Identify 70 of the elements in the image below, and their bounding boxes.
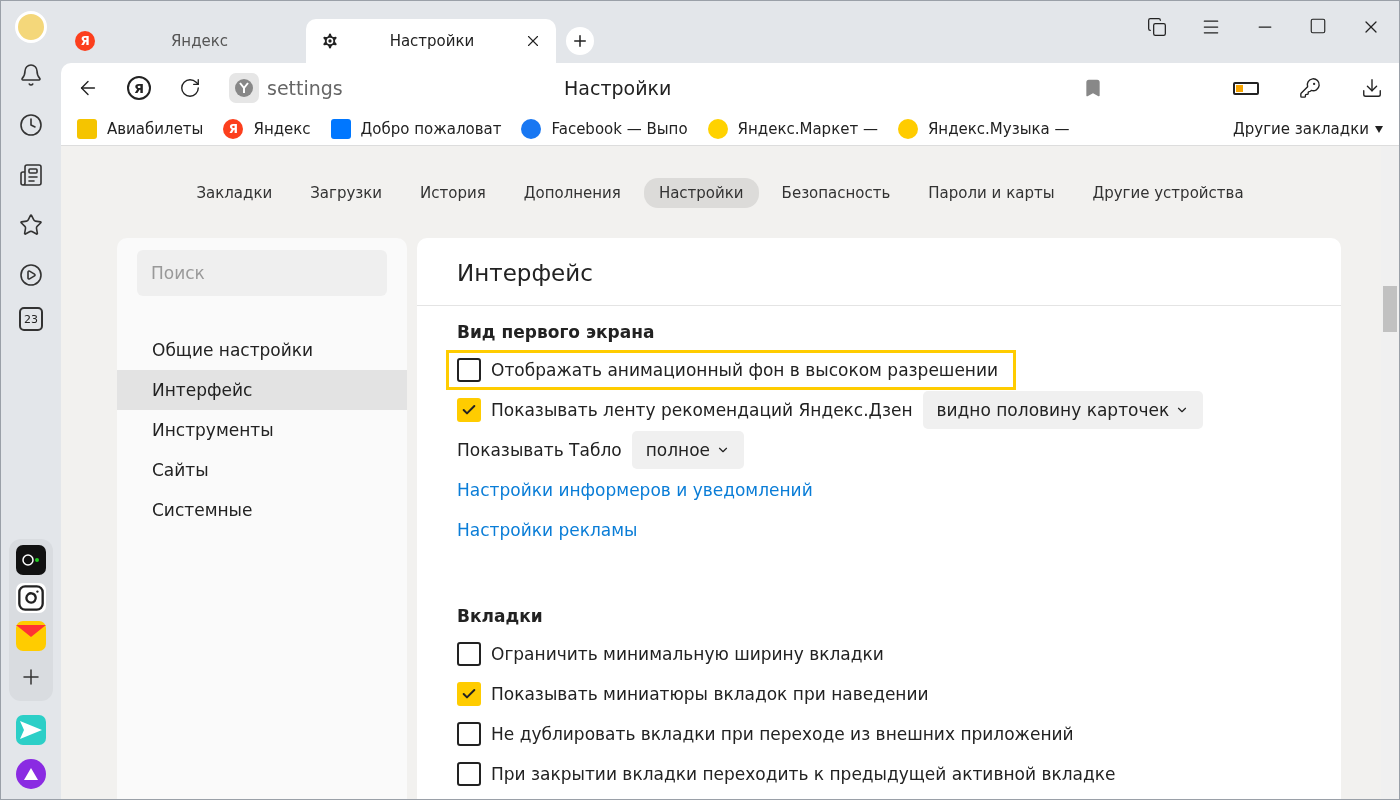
assistant-icon[interactable] — [16, 759, 46, 789]
page-title: Настройки — [564, 77, 672, 99]
yandex-logo-icon: Я — [75, 31, 95, 51]
settings-link[interactable]: Настройки рекламы — [457, 520, 638, 540]
instagram-icon[interactable] — [16, 583, 46, 613]
checkbox[interactable] — [457, 358, 481, 382]
calendar-icon[interactable]: 23 — [19, 307, 43, 331]
setting-label: Отображать анимационный фон в высоком разрешении — [491, 360, 999, 380]
browser-tab[interactable]: Я Яндекс — [61, 19, 306, 63]
settings-menu-item[interactable]: Интерфейс — [117, 370, 407, 410]
address-text[interactable]: settings — [267, 77, 343, 99]
bookmark-favicon-icon — [897, 119, 918, 139]
browser-tab[interactable]: Настройки — [306, 19, 556, 63]
settings-icon — [320, 31, 340, 51]
download-icon[interactable] — [1361, 77, 1383, 99]
nav-tab[interactable]: Пароли и карты — [913, 178, 1070, 208]
panel-title: Интерфейс — [417, 238, 1341, 306]
setting-label: Показывать миниатюры вкладок при наведении — [491, 684, 929, 704]
mail-icon[interactable] — [16, 621, 46, 651]
battery-icon[interactable] — [1233, 81, 1259, 95]
new-tab-button[interactable] — [566, 27, 594, 55]
bookmark-favicon-icon — [521, 119, 542, 139]
setting-label: При закрытии вкладки переходить к предыдущей активной вкладке — [491, 764, 1116, 784]
settings-menu-item[interactable]: Системные — [117, 490, 407, 530]
bookmark-favicon-icon — [77, 119, 97, 139]
bookmark-favicon-icon — [707, 119, 728, 139]
checkbox[interactable] — [457, 398, 481, 422]
settings-menu-item[interactable]: Сайты — [117, 450, 407, 490]
checkbox[interactable] — [457, 722, 481, 746]
nav-tab[interactable]: Безопасность — [766, 178, 906, 208]
site-icon — [229, 73, 259, 103]
setting-label: Ограничить минимальную ширину вкладки — [491, 644, 884, 664]
other-bookmarks[interactable]: Другие закладки — [1233, 120, 1383, 138]
bookmark-favicon-icon — [330, 119, 351, 139]
yandex-logo-icon: Я — [223, 119, 244, 139]
caret-icon — [1375, 125, 1383, 133]
plus-icon — [571, 32, 589, 50]
nav-tab[interactable]: Загрузки — [295, 178, 398, 208]
bookmarks-icon[interactable] — [1147, 17, 1167, 37]
key-icon[interactable] — [1299, 77, 1321, 99]
nav-tab[interactable]: Настройки — [643, 178, 759, 208]
nav-tab[interactable]: Дополнения — [508, 178, 636, 208]
bookmark-icon[interactable] — [1083, 78, 1103, 98]
nav-tab[interactable]: История — [405, 178, 501, 208]
section-title: Вид первого экрана — [457, 322, 656, 344]
camera-app-icon[interactable] — [16, 545, 46, 575]
section-title: Вкладки — [457, 606, 544, 628]
search-field[interactable]: Поиск — [137, 250, 387, 296]
setting-label: Показывать Табло — [457, 440, 622, 460]
settings-menu-item[interactable]: Инструменты — [117, 410, 407, 450]
setting-label: Показывать ленту рекомендаций Яндекс.Дзен — [491, 400, 913, 420]
checkbox[interactable] — [457, 682, 481, 706]
yandex-button[interactable]: Я — [127, 76, 151, 100]
bookmark-link[interactable]: Яндекс.Музыка — — [927, 120, 1070, 138]
setting-label: Не дублировать вкладки при переходе из внешних приложений — [491, 724, 1074, 744]
dropdown[interactable]: видно половину карточек — [922, 391, 1204, 429]
nav-tab[interactable]: Другие устройства — [1077, 178, 1259, 208]
bookmark-link[interactable]: Авиабилеты — [107, 120, 204, 138]
reload-icon[interactable] — [179, 77, 201, 99]
bookmark-link[interactable]: Добро пожаловат — [360, 120, 502, 138]
bookmark-link[interactable]: Яндекс.Маркет — — [737, 120, 878, 138]
maximize-icon[interactable] — [1309, 17, 1327, 35]
nav-tab[interactable]: Закладки — [181, 178, 288, 208]
checkbox[interactable] — [457, 762, 481, 786]
settings-link[interactable]: Настройки информеров и уведомлений — [457, 480, 813, 500]
settings-menu-item[interactable]: Общие настройки — [117, 330, 407, 370]
dropdown[interactable]: полное — [631, 431, 744, 469]
checkbox[interactable] — [457, 642, 481, 666]
bookmark-link[interactable]: Facebook — Выпо — [551, 120, 688, 138]
bookmark-link[interactable]: Яндекс — [253, 120, 311, 138]
